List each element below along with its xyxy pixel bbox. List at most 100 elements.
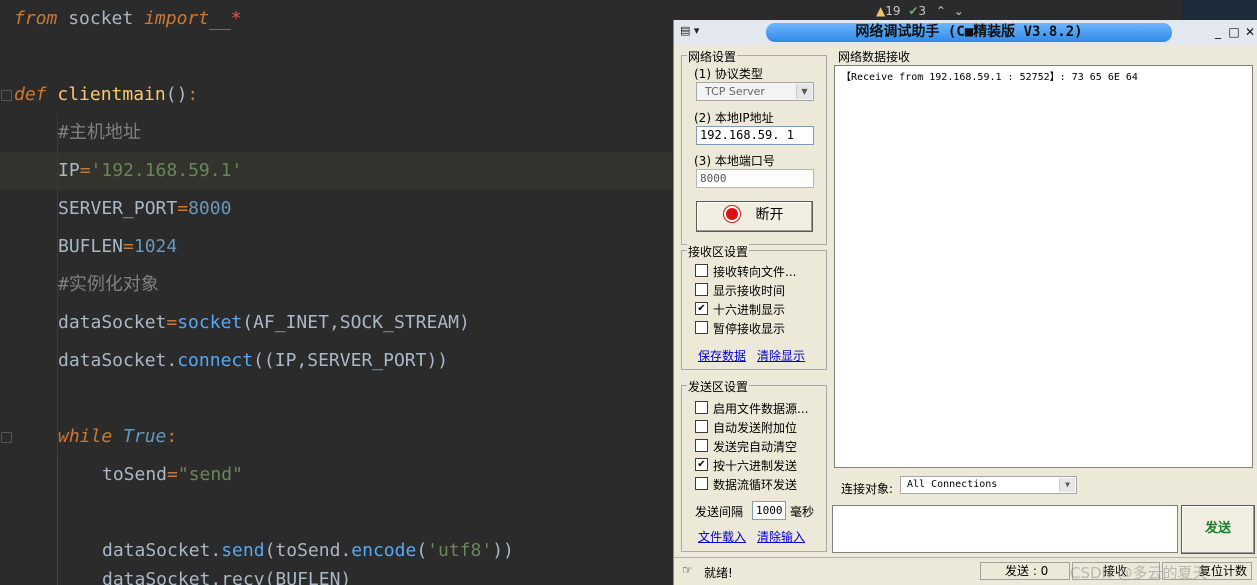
network-debug-window[interactable]: ▤ ▾ 网络调试助手 (C■精装版 V3.8.2) _ □ ✕ 网络设置 (1)… xyxy=(673,20,1257,585)
checkbox-label: 显示接收时间 xyxy=(713,284,786,298)
parens: () xyxy=(165,84,188,105)
receive-text-area[interactable]: 【Receive from 192.168.59.1 : 52752】: 73 … xyxy=(834,65,1253,468)
checkbox-label: 接收转向文件... xyxy=(713,265,797,279)
code-line-socket[interactable]: dataSocket=socket(AF_INET,SOCK_STREAM) xyxy=(58,304,470,342)
number-literal: 8000 xyxy=(188,198,232,219)
checkbox-label: 发送完自动清空 xyxy=(713,440,798,454)
string-literal: 'utf8' xyxy=(427,540,493,561)
identifier: toSend xyxy=(102,464,168,485)
title-bar[interactable]: ▤ ▾ 网络调试助手 (C■精装版 V3.8.2) _ □ ✕ xyxy=(674,20,1257,45)
whitespace xyxy=(209,8,231,30)
send-interval-label: 发送间隔 xyxy=(695,505,744,519)
checkbox-label: 数据流循环发送 xyxy=(713,478,798,492)
paren: )) xyxy=(492,540,514,561)
receive-settings-legend: 接收区设置 xyxy=(687,243,750,260)
local-ip-input[interactable]: 192.168.59. 1 xyxy=(696,126,814,145)
checkbox-checked[interactable]: ✔ xyxy=(695,302,708,315)
code-line-port[interactable]: SERVER_PORT=8000 xyxy=(58,190,231,228)
code-line-send[interactable]: dataSocket.send(toSend.encode('utf8')) xyxy=(102,532,514,570)
method-call: connect xyxy=(177,350,254,371)
arguments: ((IP,SERVER_PORT)) xyxy=(253,350,449,371)
code-editor[interactable]: from socket import * def clientmain(): #… xyxy=(0,0,672,585)
close-button[interactable]: ✕ xyxy=(1242,24,1257,40)
identifier: IP xyxy=(58,160,80,181)
inspection-indicators[interactable]: ▲19 ✔3 ⌃ ⌄ xyxy=(876,4,964,20)
method-call: encode xyxy=(351,540,417,561)
chevron-down-icon[interactable]: ⌄ xyxy=(954,4,964,18)
protocol-value: TCP Server xyxy=(705,85,765,98)
checkbox[interactable] xyxy=(695,264,708,277)
operator: = xyxy=(79,160,91,181)
check-icon: ✔ xyxy=(908,4,919,18)
checkbox[interactable] xyxy=(695,401,708,414)
send-interval-input[interactable]: 1000 xyxy=(752,501,786,520)
function-name: clientmain xyxy=(57,84,166,105)
save-data-link[interactable]: 保存数据 xyxy=(698,347,746,364)
protocol-label: (1) 协议类型 xyxy=(694,67,763,81)
checkbox-checked[interactable]: ✔ xyxy=(695,458,708,471)
code-comment[interactable]: #实例化对象 xyxy=(58,266,159,304)
connection-target-value: All Connections xyxy=(907,479,998,490)
code-line-buflen[interactable]: BUFLEN=1024 xyxy=(58,228,177,266)
protocol-select[interactable]: TCP Server ▼ xyxy=(696,82,814,101)
module-name: socket xyxy=(57,8,145,29)
warning-icon: ▲ xyxy=(876,4,886,18)
status-ready: 就绪! xyxy=(704,566,733,580)
clear-display-link[interactable]: 清除显示 xyxy=(757,347,805,364)
code-line-import[interactable]: from socket import * xyxy=(14,0,242,38)
watermark: CSDN @多云的夏天 xyxy=(1070,564,1208,582)
identifier: BUFLEN xyxy=(58,236,124,257)
system-menu[interactable]: ▤ ▾ xyxy=(680,24,720,40)
keyword: import xyxy=(144,8,210,29)
send-text-area[interactable] xyxy=(832,505,1178,553)
checkbox[interactable] xyxy=(695,477,708,490)
dot: . xyxy=(166,350,178,371)
received-data-text: 【Receive from 192.168.59.1 : 52752】: 73 … xyxy=(841,72,1138,83)
clear-input-link[interactable]: 清除输入 xyxy=(757,528,805,545)
code-line-while[interactable]: while True: xyxy=(58,418,177,456)
identifier: dataSocket xyxy=(58,350,167,371)
sent-counter: 发送 : 0 xyxy=(980,562,1070,580)
local-port-input[interactable]: 8000 xyxy=(696,169,814,188)
identifier: dataSocket xyxy=(58,312,167,333)
keyword: while xyxy=(58,426,113,447)
arguments: (toSend xyxy=(264,540,341,561)
record-icon xyxy=(725,208,738,220)
code-line-connect[interactable]: dataSocket.connect((IP,SERVER_PORT)) xyxy=(58,342,448,380)
check-count: 3 xyxy=(918,4,927,18)
send-interval-unit: 毫秒 xyxy=(790,505,815,519)
string-literal: "send" xyxy=(177,464,243,485)
send-button[interactable]: 发送 xyxy=(1181,505,1255,554)
desktop-background xyxy=(1182,0,1257,20)
window-title: 网络调试助手 (C■精装版 V3.8.2) xyxy=(855,24,1083,40)
code-line-tosend[interactable]: toSend="send" xyxy=(102,456,243,494)
chevron-down-icon: ▼ xyxy=(796,84,812,99)
checkbox[interactable] xyxy=(695,321,708,334)
string-literal: '192.168.59.1' xyxy=(90,160,243,181)
minimize-button[interactable]: _ xyxy=(1210,24,1226,40)
disconnect-button[interactable]: 断开 xyxy=(696,201,813,232)
operator: = xyxy=(177,198,189,219)
network-settings-legend: 网络设置 xyxy=(687,48,738,65)
operator: = xyxy=(166,312,178,333)
code-comment[interactable]: #主机地址 xyxy=(58,114,141,152)
connection-target-select[interactable]: All Connections ▼ xyxy=(900,476,1077,494)
checkbox[interactable] xyxy=(695,420,708,433)
chevron-up-icon[interactable]: ⌃ xyxy=(936,4,946,18)
load-file-link[interactable]: 文件载入 xyxy=(698,528,746,545)
code-line-ip[interactable]: IP='192.168.59.1' xyxy=(58,152,242,190)
fold-marker[interactable] xyxy=(1,432,12,443)
checkbox-label: 按十六进制发送 xyxy=(713,459,798,473)
colon: : xyxy=(166,426,178,447)
maximize-button[interactable]: □ xyxy=(1226,24,1242,40)
chevron-down-icon: ▼ xyxy=(1059,478,1075,492)
keyword: from xyxy=(14,8,58,29)
dot: . xyxy=(210,540,222,561)
code-line-def[interactable]: def clientmain(): xyxy=(14,76,198,114)
checkbox[interactable] xyxy=(695,283,708,296)
wildcard: * xyxy=(230,8,242,29)
fold-marker[interactable] xyxy=(1,90,12,101)
code-line-recv-partial[interactable]: dataSocket.recv(BUFLEN) xyxy=(102,570,351,585)
checkbox-label: 启用文件数据源... xyxy=(713,402,809,416)
checkbox[interactable] xyxy=(695,439,708,452)
